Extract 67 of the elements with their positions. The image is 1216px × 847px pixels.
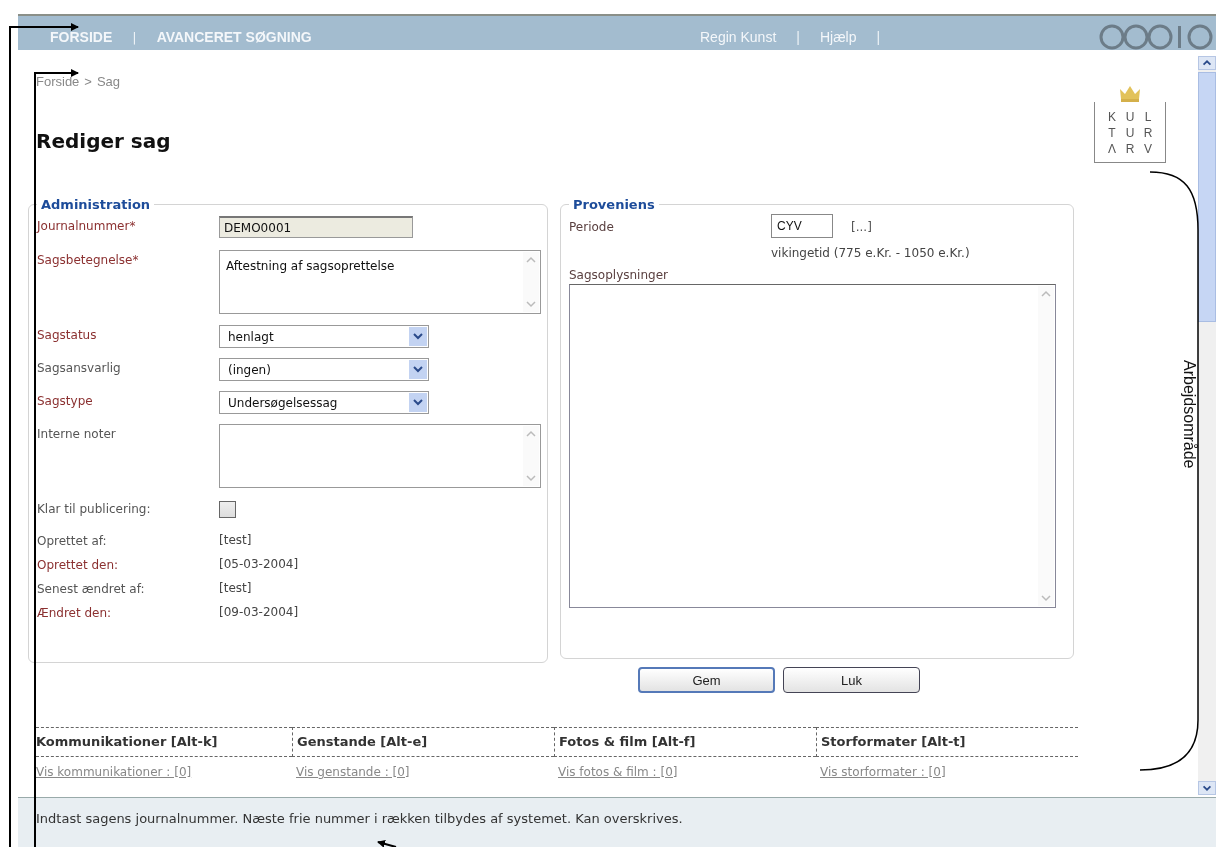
field-label: Sagsoplysninger	[569, 268, 669, 282]
annotation-label: Arbejdsområde	[1180, 360, 1198, 471]
field-label: Oprettet den:	[37, 557, 120, 572]
panel-legend: Proveniens	[569, 197, 659, 212]
nav-separator: |	[876, 29, 881, 45]
form-button[interactable]: Gem	[638, 667, 775, 693]
nav-separator: |	[132, 29, 137, 45]
textarea-field[interactable]	[569, 284, 1056, 608]
logo-letter: R	[1124, 142, 1136, 156]
field-label: Sagsbetegnelse*	[37, 252, 140, 267]
dropdown[interactable]: (ingen)	[219, 358, 429, 381]
logo-letter: T	[1107, 126, 1117, 140]
textarea-field[interactable]	[219, 424, 541, 488]
text-field[interactable]: CYV	[771, 214, 833, 238]
field-label: Periode	[569, 219, 615, 234]
panel-legend: Administration	[37, 197, 155, 212]
crown-icon	[1119, 84, 1141, 102]
field-value: [test]	[219, 532, 252, 547]
picker-link[interactable]: [...]	[851, 214, 872, 234]
textarea-scrollbar[interactable]	[523, 252, 539, 312]
field-label: Sagstatus	[37, 327, 98, 342]
textarea-scrollbar[interactable]	[1038, 286, 1054, 606]
field-label: Ændret den:	[37, 605, 113, 620]
logo-letter: U	[1124, 126, 1136, 140]
logo-letter: U	[1124, 110, 1136, 124]
section-link[interactable]: Vis storformater : [0]	[816, 757, 1078, 779]
textarea-scrollbar[interactable]	[523, 426, 539, 486]
breadcrumb-current: Sag	[96, 74, 121, 89]
field-label: Sagstype	[37, 393, 94, 408]
section-header: Genstande [Alt-e]	[292, 727, 554, 757]
scrollbar-thumb[interactable]	[1198, 72, 1216, 322]
field-value: [09-03-2004]	[219, 604, 299, 619]
section-link[interactable]: Vis genstande : [0]	[292, 757, 554, 779]
breadcrumb-separator: >	[84, 74, 92, 89]
section-header: Kommunikationer [Alt-k]	[36, 727, 292, 757]
textarea-field[interactable]: Aftestning af sagsoprettelse	[219, 250, 541, 314]
section-link[interactable]: Vis fotos & film : [0]	[554, 757, 816, 779]
field-label: Sagsansvarlig	[37, 360, 122, 375]
field-label: Interne noter	[37, 426, 117, 441]
field-label: Klar til publicering:	[37, 501, 152, 516]
field-value: [test]	[219, 580, 252, 595]
breadcrumb-link[interactable]: Forside	[36, 74, 80, 89]
scroll-down-icon[interactable]	[1198, 781, 1216, 795]
logo-letter: K	[1107, 110, 1117, 124]
field-label: Journalnummer*	[37, 218, 137, 233]
dropdown[interactable]: Undersøgelsessag	[219, 391, 429, 414]
annotation-arrow	[377, 840, 397, 847]
form-button[interactable]: Luk	[783, 667, 920, 693]
page-title: Rediger sag	[36, 129, 171, 153]
text-field[interactable]: DEMO0001	[219, 216, 413, 238]
logo-letter: Λ	[1107, 142, 1117, 156]
field-label: Oprettet af:	[37, 533, 108, 548]
logo-letter: L	[1143, 110, 1153, 124]
scroll-up-icon[interactable]	[1198, 56, 1216, 70]
section-header: Storformater [Alt-t]	[816, 727, 1078, 757]
period-description: vikingetid (775 e.Kr. - 1050 e.Kr.)	[771, 246, 971, 260]
scrollbar[interactable]	[1198, 56, 1216, 795]
logo-letter: R	[1142, 126, 1154, 140]
section-link[interactable]: Vis kommunikationer : [0]	[36, 757, 292, 779]
dropdown[interactable]: henlagt	[219, 325, 429, 348]
field-label: Senest ændret af:	[37, 581, 146, 596]
field-value: [05-03-2004]	[219, 556, 299, 571]
logo-letter: V	[1143, 142, 1153, 156]
nav-separator: |	[796, 29, 800, 45]
section-header: Fotos & film [Alt-f]	[554, 727, 816, 757]
checkbox[interactable]	[219, 501, 236, 518]
status-bar: Indtast sagens journalnummer. Næste frie nummer i rækken tilbydes af systemet. Kan overskrives.	[18, 797, 1216, 847]
